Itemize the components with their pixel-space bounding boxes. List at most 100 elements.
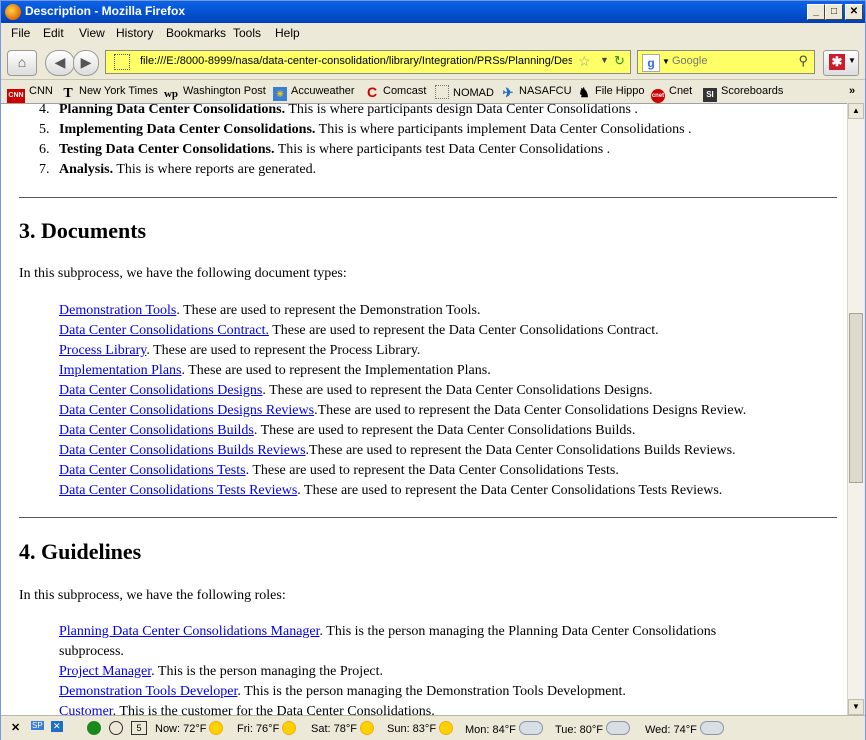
bookmark-new-york-times[interactable]: T New York Times — [61, 85, 158, 101]
cloud-icon — [699, 721, 724, 735]
list-item: Customer. This is the customer for the D… — [59, 702, 769, 716]
list-item: Data Center Consolidations Builds Review… — [59, 443, 736, 458]
documents-list: Demonstration Tools. These are used to r… — [59, 301, 819, 501]
document-link[interactable]: Data Center Consolidations Builds Review… — [59, 443, 306, 458]
search-bar[interactable]: g ▼ ⚲ — [637, 50, 815, 74]
page-icon — [114, 54, 130, 70]
address-bar[interactable]: file:///E:/8000-8999/nasa/data-center-co… — [105, 50, 631, 74]
bookmark-nasafcu[interactable]: ✈ NASAFCU — [501, 85, 572, 101]
add-on-icon[interactable]: ✕ — [51, 721, 63, 732]
scroll-thumb[interactable] — [849, 313, 863, 483]
dropdown-arrow-icon[interactable]: ▼ — [600, 55, 609, 65]
menu-history[interactable]: History — [116, 26, 153, 40]
bookmark-washington-post[interactable]: wp Washington Post — [163, 85, 266, 101]
list-item: 6. Testing Data Center Consolidations. Th… — [39, 142, 611, 157]
weather-tue[interactable]: Tue: 80°F — [555, 721, 631, 736]
menu-view[interactable]: View — [79, 26, 105, 40]
wp-icon: wp — [163, 88, 179, 100]
search-input[interactable] — [672, 54, 792, 68]
documents-intro: In this subprocess, we have the followin… — [19, 266, 347, 281]
document-link[interactable]: Data Center Consolidations Tests Reviews — [59, 483, 297, 498]
calendar-icon[interactable]: 5 — [131, 721, 147, 735]
bookmark-scoreboards[interactable]: SI Scoreboards — [703, 85, 783, 102]
role-link[interactable]: Project Manager — [59, 664, 151, 679]
vertical-scrollbar[interactable]: ▲ ▼ — [847, 103, 864, 715]
list-item: 4. Planning Data Center Consolidations. T… — [39, 103, 638, 117]
close-statusbar-icon[interactable]: ✕ — [11, 721, 20, 734]
sun-icon — [359, 721, 374, 735]
home-button[interactable]: ⌂ — [7, 50, 37, 76]
close-button[interactable]: ✕ — [845, 4, 863, 20]
hippo-icon: ♞ — [578, 85, 590, 100]
list-item: 5. Implementing Data Center Consolidation… — [39, 122, 692, 137]
document-link[interactable]: Demonstration Tools — [59, 303, 176, 318]
accuweather-icon: ☀ — [273, 87, 287, 101]
bookmark-nomad[interactable]: NOMAD — [435, 85, 494, 101]
forward-button[interactable]: ▶ — [73, 50, 99, 76]
status-globe-icon[interactable] — [87, 721, 101, 735]
document-link[interactable]: Data Center Consolidations Tests — [59, 463, 246, 478]
bookmark-cnet[interactable]: cnet Cnet — [651, 85, 692, 103]
role-link[interactable]: Planning Data Center Consolidations Mana… — [59, 624, 320, 639]
scroll-down-button[interactable]: ▼ — [848, 699, 864, 715]
list-item: 7. Analysis. This is where reports are ge… — [39, 162, 317, 177]
list-item: Demonstration Tools. These are used to r… — [59, 303, 481, 318]
bookmark-accuweather[interactable]: ☀ Accuweather — [273, 85, 355, 101]
list-item: Project Manager. This is the person mana… — [59, 664, 384, 679]
search-engine-dropdown-icon[interactable]: ▼ — [662, 57, 670, 66]
star-icon[interactable]: ☆ — [578, 53, 591, 70]
cnet-icon: cnet — [651, 89, 665, 103]
document-link[interactable]: Implementation Plans — [59, 363, 181, 378]
search-icon[interactable]: ⚲ — [798, 53, 808, 69]
weather-sun[interactable]: Sun: 83°F — [387, 721, 454, 735]
list-item: Planning Data Center Consolidations Mana… — [59, 624, 717, 659]
back-button[interactable]: ◀ — [45, 50, 75, 76]
menu-help[interactable]: Help — [275, 26, 300, 40]
process-list: 4. Planning Data Center Consolidations. T… — [19, 103, 692, 180]
weather-mon[interactable]: Mon: 84°F — [465, 721, 543, 736]
firefox-icon — [5, 4, 21, 20]
addon-button[interactable]: ✱ ▼ — [823, 50, 859, 76]
menu-edit[interactable]: Edit — [43, 26, 64, 40]
menu-bookmarks[interactable]: Bookmarks — [166, 26, 226, 40]
menu-file[interactable]: File — [11, 26, 30, 40]
menu-tools[interactable]: Tools — [233, 26, 261, 40]
cnn-icon: CNN — [7, 89, 25, 103]
weather-now[interactable]: Now: 72°F — [155, 721, 224, 735]
weather-sat[interactable]: Sat: 78°F — [311, 721, 374, 735]
navigation-toolbar: ⌂ ◀ ▶ file:///E:/8000-8999/nasa/data-cen… — [1, 45, 865, 80]
bookmarks-toolbar: CNN CNN T New York Times wp Washington Post… — [1, 81, 865, 103]
bookmark-cnn[interactable]: CNN CNN — [7, 85, 53, 103]
clock-icon[interactable] — [109, 721, 123, 735]
document-link[interactable]: Data Center Consolidations Builds — [59, 423, 254, 438]
bookmarks-overflow-icon[interactable]: » — [849, 85, 855, 101]
document-link[interactable]: Data Center Consolidations Contract. — [59, 323, 269, 338]
nyt-icon: T — [63, 86, 73, 101]
role-link[interactable]: Demonstration Tools Developer — [59, 684, 237, 699]
title-bar[interactable]: Description - Mozilla Firefox _ □ ✕ — [1, 1, 865, 23]
window-title: Description - Mozilla Firefox — [25, 4, 186, 18]
page-icon — [435, 85, 449, 99]
scroll-up-button[interactable]: ▲ — [848, 103, 864, 119]
forward-arrow-icon: ▶ — [80, 54, 92, 70]
bookmark-comcast[interactable]: C Comcast — [365, 85, 426, 101]
maximize-button[interactable]: □ — [825, 4, 843, 20]
weather-fri[interactable]: Fri: 76°F — [237, 721, 297, 735]
sun-icon — [209, 721, 224, 735]
document-link[interactable]: Data Center Consolidations Designs Revie… — [59, 403, 314, 418]
weather-wed[interactable]: Wed: 74°F — [645, 721, 724, 736]
guidelines-heading: 4. Guidelines — [19, 539, 142, 564]
minimize-button[interactable]: _ — [807, 4, 825, 20]
menu-bar: File Edit View History Bookmarks Tools H… — [1, 23, 865, 43]
bookmark-file-hippo[interactable]: ♞ File Hippo — [577, 85, 644, 101]
document-link[interactable]: Data Center Consolidations Designs — [59, 383, 262, 398]
url-text[interactable]: file:///E:/8000-8999/nasa/data-center-co… — [140, 55, 572, 67]
list-item: Data Center Consolidations Contract. The… — [59, 323, 659, 338]
roles-list: Planning Data Center Consolidations Mana… — [59, 622, 769, 716]
sp-icon[interactable]: SP — [31, 721, 44, 730]
partly-cloudy-icon — [518, 721, 543, 735]
reload-icon[interactable]: ↻ — [614, 53, 625, 69]
list-item: Data Center Consolidations Designs. Thes… — [59, 383, 653, 398]
document-link[interactable]: Process Library — [59, 343, 146, 358]
google-icon[interactable]: g — [642, 54, 660, 72]
